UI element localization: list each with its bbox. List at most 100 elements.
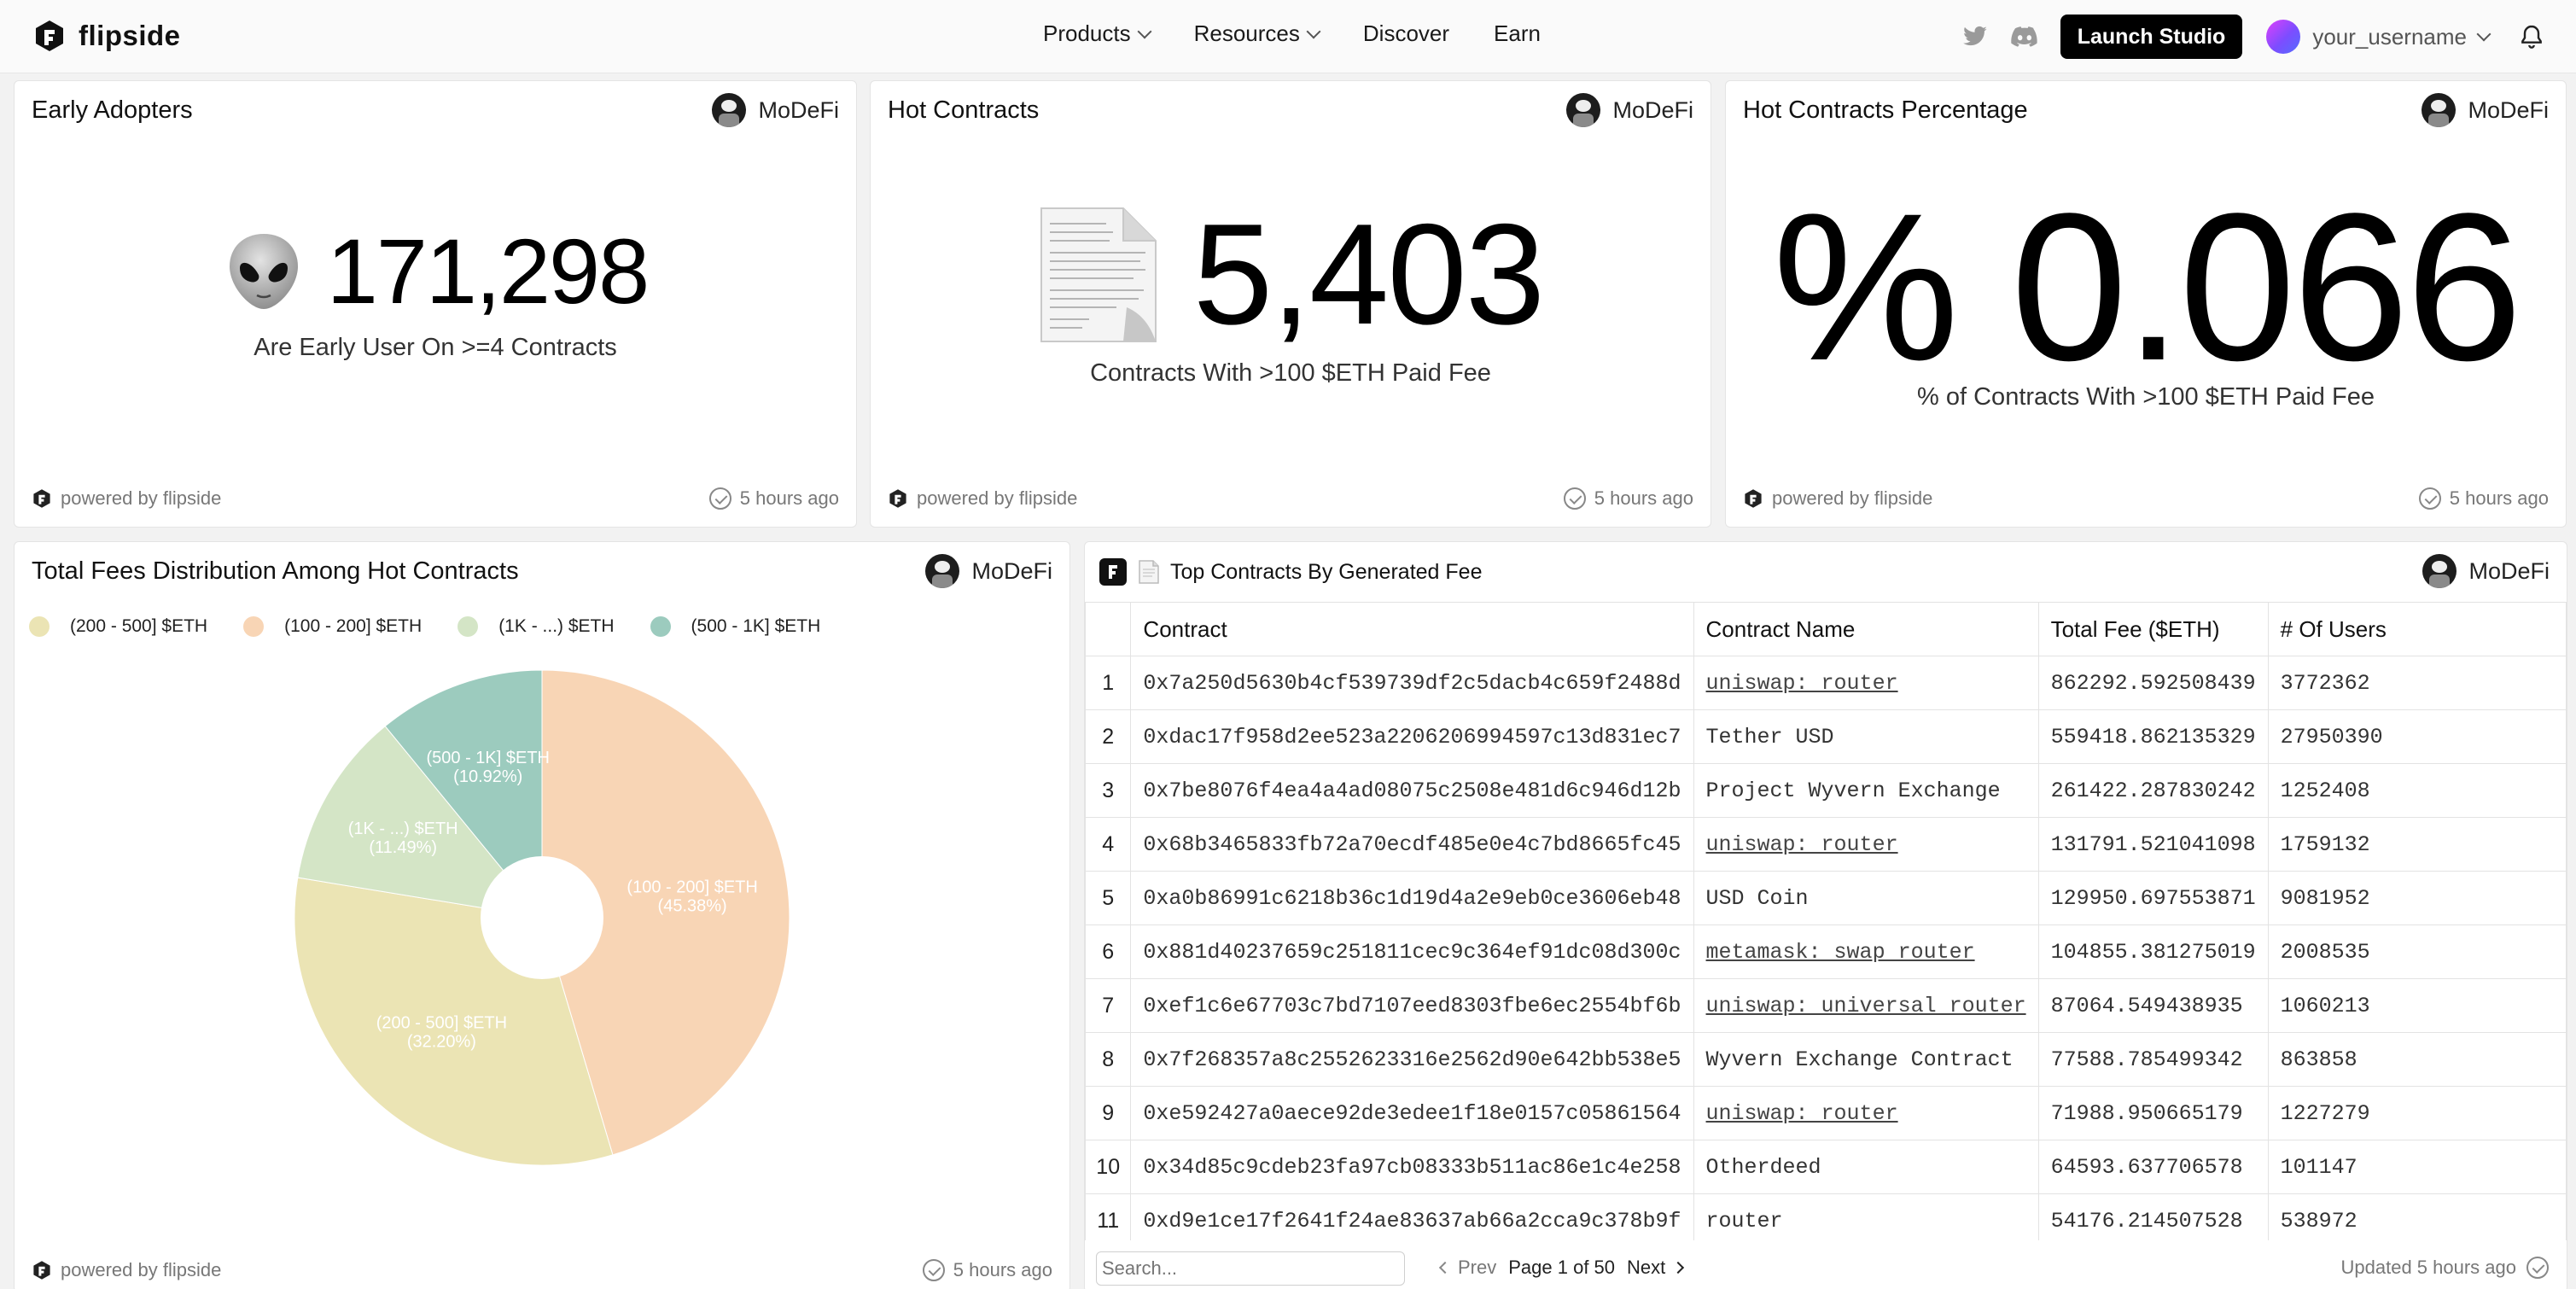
table-row[interactable]: 1 0x7a250d5630b4cf539739df2c5dacb4c659f24…: [1085, 656, 2567, 710]
column-header-contract-name[interactable]: Contract Name: [1693, 602, 2039, 656]
legend-item[interactable]: (1K - ...) $ETH: [458, 616, 615, 637]
owner-avatar: [925, 554, 960, 588]
owner-badge[interactable]: MoDeFi: [2422, 554, 2550, 588]
stat-row: 171,298: [15, 218, 856, 324]
table-row[interactable]: 4 0x68b3465833fb72a70ecdf485e0e4c7bd8665f…: [1085, 817, 2567, 872]
owner-badge[interactable]: MoDeFi: [2422, 93, 2549, 127]
legend-item[interactable]: (200 - 500] $ETH: [29, 616, 207, 637]
table-row[interactable]: 7 0xef1c6e67703c7bd7107eed8303fbe6ec2554b…: [1085, 978, 2567, 1033]
owner-name: MoDeFi: [758, 96, 839, 123]
contract-name: Project Wyvern Exchange: [1693, 763, 2039, 818]
avatar: [2266, 20, 2301, 54]
contract-name-link[interactable]: uniswap: universal router: [1706, 994, 2026, 1018]
check-circle-icon: [2526, 1257, 2549, 1279]
owner-avatar: [2422, 554, 2457, 588]
table-row[interactable]: 5 0xa0b86991c6218b36c1d19d4a2e9eb0ce3606e…: [1085, 871, 2567, 925]
powered-by[interactable]: powered by flipside: [888, 487, 1077, 510]
bell-icon[interactable]: [2518, 23, 2545, 50]
prev-button[interactable]: Prev: [1438, 1257, 1496, 1279]
legend-item[interactable]: (100 - 200] $ETH: [243, 616, 422, 637]
owner-avatar: [712, 93, 747, 127]
contract-name-link[interactable]: uniswap: router: [1706, 671, 1898, 696]
nav-resources-label: Resources: [1193, 20, 1300, 46]
owner-name: MoDeFi: [971, 557, 1052, 584]
table-row[interactable]: 10 0x34d85c9cdeb23fa97cb08333b511ac86e1c4…: [1085, 1140, 2567, 1194]
contract-name-link[interactable]: uniswap: router: [1706, 832, 1898, 857]
contract-name: USD Coin: [1693, 871, 2039, 925]
total-fee: 131791.521041098: [2037, 817, 2269, 872]
refresh-status: 5 hours ago: [1563, 487, 1693, 510]
contract-name: uniswap: router: [1693, 817, 2039, 872]
flipside-logo-icon: [1099, 558, 1127, 586]
search-input[interactable]: [1096, 1251, 1405, 1286]
powered-by[interactable]: powered by flipside: [32, 487, 221, 510]
powered-by-label: powered by flipside: [61, 1259, 222, 1280]
legend-swatch: [650, 616, 671, 637]
table-row[interactable]: 6 0x881d40237659c251811cec9c364ef91dc08d3…: [1085, 924, 2567, 979]
contract-name: uniswap: router: [1693, 1086, 2039, 1140]
chevron-down-icon: [1306, 24, 1321, 38]
stat-row: % 0.066: [1726, 166, 2566, 408]
top-nav: flipside Products Resources Discover Ear…: [0, 0, 2576, 73]
launch-studio-button[interactable]: Launch Studio: [2060, 15, 2243, 59]
time-ago: 5 hours ago: [739, 487, 839, 509]
column-header-contract[interactable]: Contract: [1130, 602, 1694, 656]
nav-links: Products Resources Discover Earn: [1043, 20, 1585, 47]
card-title: Hot Contracts Percentage: [1743, 96, 2028, 124]
total-fee: 71988.950665179: [2037, 1086, 2269, 1140]
discord-icon[interactable]: [2011, 23, 2038, 50]
column-header-total-fee[interactable]: Total Fee ($ETH): [2037, 602, 2269, 656]
twitter-icon[interactable]: [1961, 23, 1989, 50]
powered-by[interactable]: powered by flipside: [32, 1259, 221, 1281]
nav-resources[interactable]: Resources: [1193, 20, 1321, 47]
user-count: 2008535: [2267, 924, 2567, 979]
contract-name-link[interactable]: uniswap: router: [1706, 1101, 1898, 1126]
owner-badge[interactable]: MoDeFi: [1566, 93, 1693, 127]
table-row[interactable]: 3 0x7be8076f4ea4a4ad08075c2508e481d6c946d…: [1085, 763, 2567, 818]
legend-item[interactable]: (500 - 1K] $ETH: [650, 616, 821, 637]
check-circle-icon: [922, 1259, 945, 1281]
document-icon: [1040, 207, 1157, 342]
user-menu[interactable]: your_username: [2266, 20, 2491, 54]
contract-name: Otherdeed: [1693, 1140, 2039, 1194]
column-header-index[interactable]: [1085, 602, 1132, 656]
row-index: 2: [1085, 709, 1132, 764]
chevron-right-icon: [1672, 1261, 1685, 1274]
chevron-down-icon: [2476, 26, 2491, 42]
table-row[interactable]: 8 0x7f268357a8c2552623316e2562d90e642bb53…: [1085, 1032, 2567, 1087]
row-index: 1: [1085, 656, 1132, 710]
contract-name: Tether USD: [1693, 709, 2039, 764]
owner-badge[interactable]: MoDeFi: [925, 554, 1052, 588]
brand-logo[interactable]: flipside: [32, 19, 181, 53]
owner-badge[interactable]: MoDeFi: [712, 93, 839, 127]
table-row[interactable]: 2 0xdac17f958d2ee523a2206206994597c13d831…: [1085, 709, 2567, 764]
contracts-table: Contract Contract Name Total Fee ($ETH) …: [1085, 602, 2567, 1248]
user-count: 1227279: [2267, 1086, 2567, 1140]
user-count: 1759132: [2267, 817, 2567, 872]
powered-by[interactable]: powered by flipside: [1743, 487, 1932, 510]
row-index: 3: [1085, 763, 1132, 818]
row-index: 7: [1085, 978, 1132, 1033]
page-indicator: Page 1 of 50: [1508, 1257, 1616, 1278]
table-scroll[interactable]: Contract Contract Name Total Fee ($ETH) …: [1085, 602, 2567, 1248]
owner-avatar: [2422, 93, 2457, 127]
total-fee: 64593.637706578: [2037, 1140, 2269, 1194]
slice-percent: (32.20%): [407, 1033, 476, 1052]
nav-discover[interactable]: Discover: [1363, 20, 1449, 47]
check-circle-icon: [2418, 487, 2441, 510]
legend-label: (500 - 1K] $ETH: [691, 616, 821, 636]
nav-products[interactable]: Products: [1043, 20, 1152, 47]
column-header-users[interactable]: # Of Users: [2267, 602, 2567, 656]
flipside-logo-icon: [33, 489, 50, 508]
total-fee: 261422.287830242: [2037, 763, 2269, 818]
time-ago: 5 hours ago: [2449, 487, 2549, 509]
user-count: 1060213: [2267, 978, 2567, 1033]
refresh-status: 5 hours ago: [708, 487, 839, 510]
next-button[interactable]: Next: [1627, 1257, 1685, 1279]
powered-by-label: powered by flipside: [917, 487, 1078, 509]
nav-earn[interactable]: Earn: [1494, 20, 1541, 47]
table-row[interactable]: 9 0xe592427a0aece92de3edee1f18e0157c05861…: [1085, 1086, 2567, 1140]
contract-name-link[interactable]: metamask: swap router: [1706, 940, 1975, 965]
time-ago: 5 hours ago: [953, 1259, 1052, 1280]
slice-percent: (45.38%): [658, 896, 727, 915]
